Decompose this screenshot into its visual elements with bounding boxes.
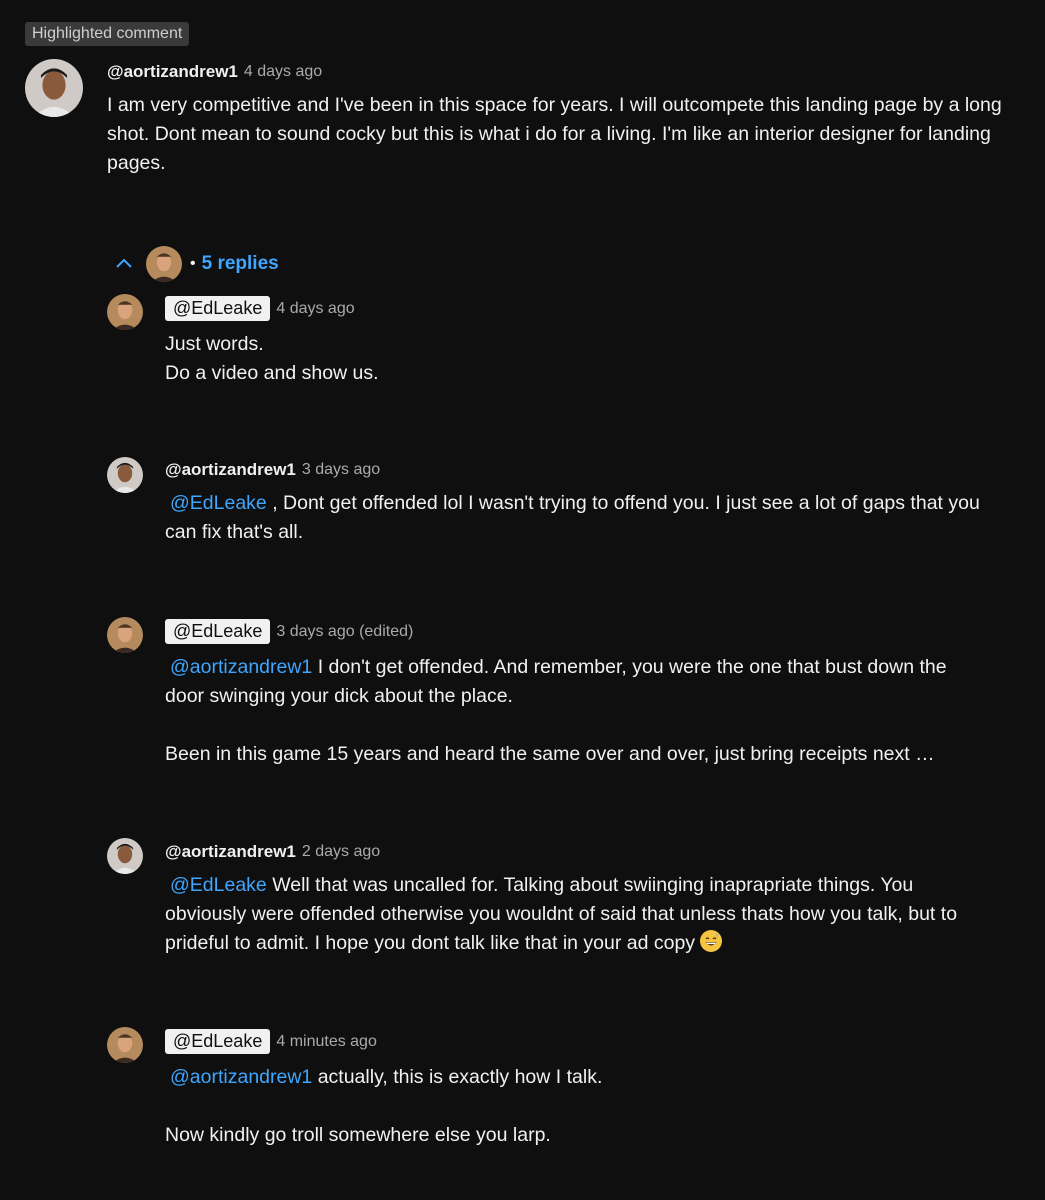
reply-paragraph: Now kindly go troll somewhere else you l…	[165, 1124, 551, 1146]
reply-header: @EdLeake 4 days ago	[165, 296, 355, 321]
reply-body: actually, this is exactly how I talk.	[312, 1066, 603, 1088]
mention-link[interactable]: @EdLeake	[165, 874, 267, 896]
avatar-image	[107, 617, 143, 653]
avatar-aortizandrew1[interactable]	[107, 838, 143, 874]
reply-author[interactable]: @EdLeake	[165, 296, 271, 321]
avatar-image	[25, 59, 83, 117]
reply-author[interactable]: @aortizandrew1	[165, 460, 296, 480]
reply-line: Just words.	[165, 333, 264, 355]
reply-time[interactable]: 4 minutes ago	[276, 1033, 377, 1051]
reply-text: Just words. Do a video and show us.	[165, 330, 985, 388]
reply-line: Do a video and show us.	[165, 362, 379, 384]
avatar-image	[107, 457, 143, 493]
reply-header: @EdLeake 4 minutes ago	[165, 1029, 377, 1054]
reply-header: @aortizandrew1 3 days ago	[165, 460, 380, 480]
reply-text: @EdLeake , Dont get offended lol I wasn'…	[165, 489, 985, 547]
reply-header: @EdLeake 3 days ago (edited)	[165, 619, 413, 644]
reply-body: Well that was uncalled for. Talking abou…	[165, 874, 958, 954]
avatar-aortizandrew1[interactable]	[25, 59, 83, 117]
reply-time[interactable]: 3 days ago (edited)	[276, 623, 413, 641]
avatar-aortizandrew1[interactable]	[107, 457, 143, 493]
replies-toggle-button[interactable]: • 5 replies	[112, 246, 279, 282]
replies-count-label[interactable]: 5 replies	[202, 253, 279, 275]
avatar-image	[107, 1027, 143, 1063]
reply-header: @aortizandrew1 2 days ago	[165, 842, 380, 862]
comment-time[interactable]: 4 days ago	[244, 63, 322, 81]
reply-author[interactable]: @aortizandrew1	[165, 842, 296, 862]
avatar-edleake[interactable]	[107, 294, 143, 330]
avatar-edleake[interactable]	[107, 617, 143, 653]
reply-body: , Dont get offended lol I wasn't trying …	[165, 492, 980, 543]
reply-paragraph: @aortizandrew1 I don't get offended. And…	[165, 653, 985, 711]
reply-author[interactable]: @EdLeake	[165, 1029, 271, 1054]
reply-paragraph: Been in this game 15 years and heard the…	[165, 743, 935, 765]
avatar-edleake[interactable]	[107, 1027, 143, 1063]
reply-time[interactable]: 2 days ago	[302, 843, 380, 861]
comment-author[interactable]: @aortizandrew1	[107, 62, 238, 82]
comment-header: @aortizandrew1 4 days ago	[107, 62, 322, 82]
highlighted-comment-badge: Highlighted comment	[25, 22, 190, 46]
reply-text: @EdLeake Well that was uncalled for. Tal…	[165, 871, 985, 958]
avatar-image	[146, 246, 182, 282]
creator-avatar	[146, 246, 182, 282]
comment-text: I am very competitive and I've been in t…	[107, 94, 1002, 174]
mention-link[interactable]: @EdLeake	[165, 492, 267, 514]
mention-link[interactable]: @aortizandrew1	[165, 1066, 312, 1088]
separator-dot: •	[190, 255, 196, 272]
reply-author[interactable]: @EdLeake	[165, 619, 271, 644]
grinning-sweat-emoji-icon	[700, 930, 723, 952]
avatar-image	[107, 838, 143, 874]
reply-time[interactable]: 4 days ago	[276, 300, 354, 318]
avatar-image	[107, 294, 143, 330]
reply-time[interactable]: 3 days ago	[302, 461, 380, 479]
reply-text: @aortizandrew1 I don't get offended. And…	[165, 653, 985, 769]
reply-text: @aortizandrew1 actually, this is exactly…	[165, 1063, 985, 1150]
mention-link[interactable]: @aortizandrew1	[165, 656, 312, 678]
reply-paragraph: @aortizandrew1 actually, this is exactly…	[165, 1063, 985, 1092]
chevron-up-icon	[116, 258, 132, 268]
